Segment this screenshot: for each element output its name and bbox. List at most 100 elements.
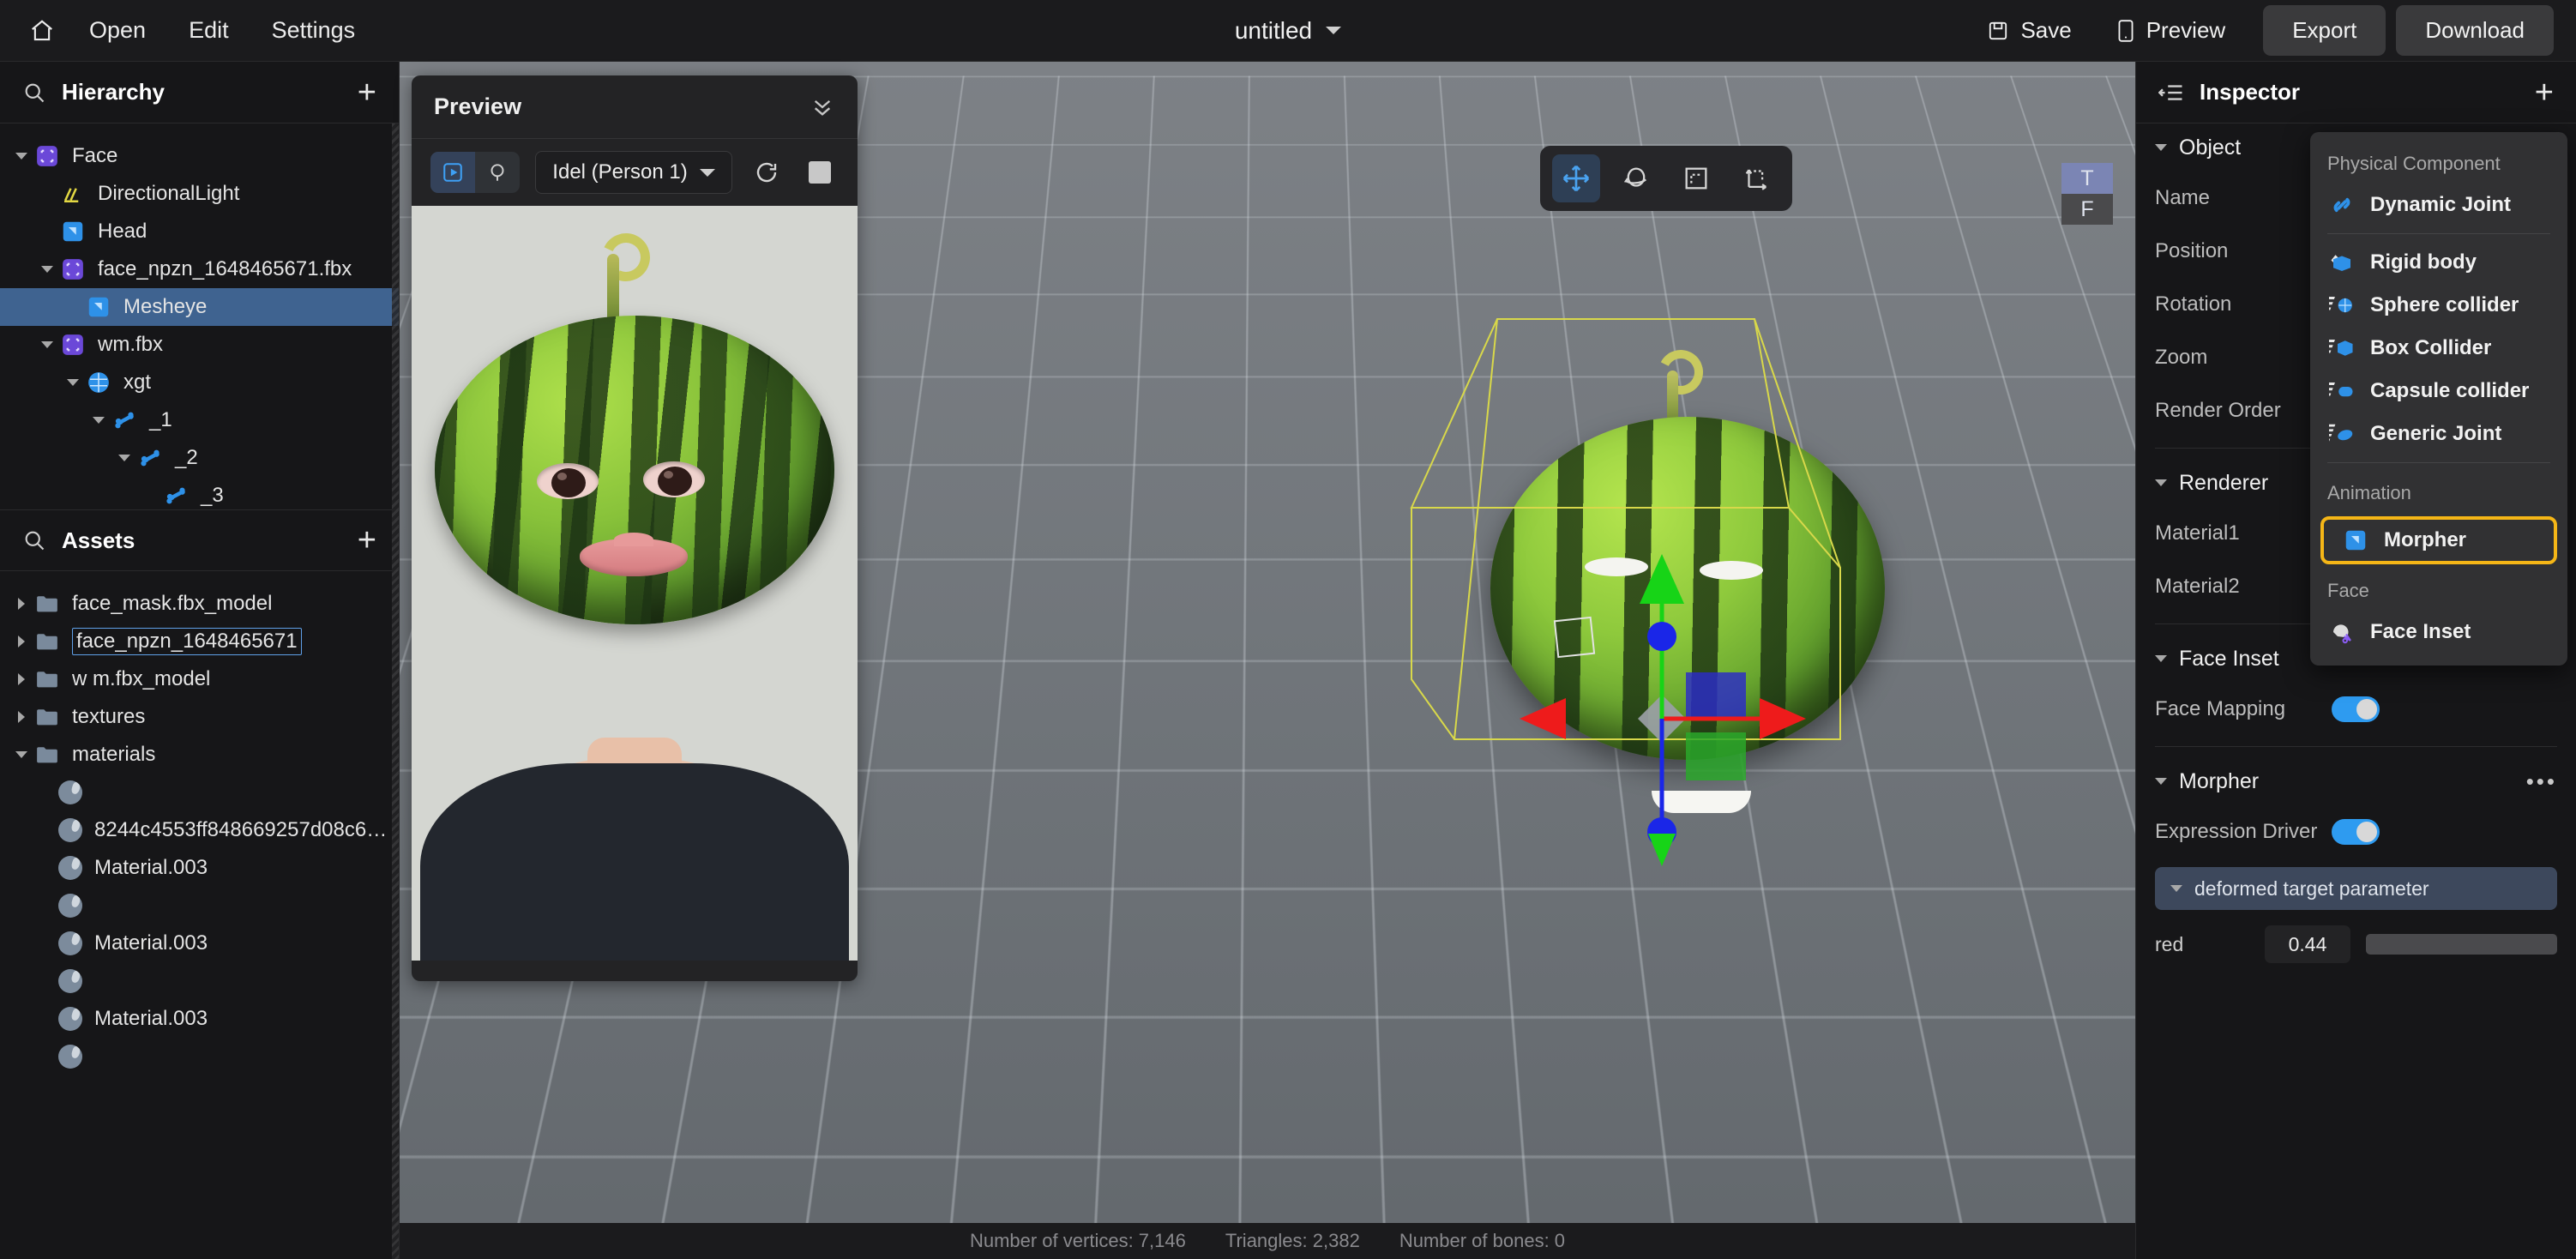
face-mapping-toggle[interactable] — [2332, 696, 2380, 722]
hierarchy-tree[interactable]: Face DirectionalLight Head face_npzn_164846… — [0, 123, 399, 509]
preview-stage[interactable] — [412, 206, 858, 961]
deformed-target-parameter-group[interactable]: deformed target parameter — [2155, 867, 2557, 910]
chevron-right-icon[interactable] — [10, 598, 33, 610]
export-button[interactable]: Export — [2263, 5, 2386, 56]
axis-button-t[interactable]: T — [2061, 163, 2113, 194]
menu-item[interactable]: Box Collider — [2310, 327, 2567, 370]
bone-icon — [135, 443, 165, 473]
tree-item[interactable] — [0, 887, 399, 925]
tree-item[interactable]: Mesheye — [0, 288, 399, 326]
menu-open[interactable]: Open — [74, 10, 161, 51]
preview-button[interactable]: Preview — [2099, 9, 2242, 52]
tree-item[interactable]: xgt — [0, 364, 399, 401]
menu-item-label: Capsule collider — [2370, 379, 2530, 402]
tree-item[interactable] — [0, 1038, 399, 1075]
add-component-menu[interactable]: Physical Component Dynamic Joint Rigid bod… — [2310, 132, 2567, 666]
more-icon[interactable]: ••• — [2526, 768, 2557, 795]
transform-tool[interactable] — [1732, 154, 1780, 202]
tree-item[interactable]: face_npzn_1648465671 — [0, 623, 399, 660]
chevron-down-icon[interactable] — [10, 153, 33, 160]
chevron-double-down-icon[interactable] — [810, 96, 835, 118]
left-panel: Hierarchy + Face DirectionalLight Head face… — [0, 62, 400, 1259]
home-icon[interactable] — [22, 11, 62, 51]
menu-edit[interactable]: Edit — [173, 10, 244, 51]
chevron-down-icon[interactable] — [10, 751, 33, 758]
tree-item[interactable]: Head — [0, 213, 399, 250]
tree-item[interactable]: face_npzn_1648465671.fbx — [0, 250, 399, 288]
chevron-down-icon[interactable] — [87, 417, 110, 424]
tree-item[interactable]: Material.003 — [0, 849, 399, 887]
animation-select[interactable]: Idel (Person 1) — [535, 151, 732, 194]
menu-item[interactable]: Morpher — [2320, 516, 2557, 564]
inspector-add-component-button[interactable]: + — [2535, 76, 2554, 109]
inspector-title: Inspector — [2200, 79, 2301, 105]
morph-param-slider[interactable] — [2366, 934, 2557, 955]
chevron-down-icon[interactable] — [36, 341, 58, 348]
tree-item[interactable]: materials — [0, 736, 399, 774]
menu-item[interactable]: Sphere collider — [2310, 284, 2567, 327]
refresh-icon[interactable] — [748, 154, 785, 191]
chevron-down-icon[interactable] — [62, 379, 84, 386]
tree-item[interactable] — [0, 774, 399, 811]
section-morpher-header[interactable]: Morpher ••• — [2136, 757, 2576, 805]
tree-item[interactable]: _1 — [0, 401, 399, 439]
chevron-right-icon[interactable] — [10, 673, 33, 685]
menu-item[interactable]: Generic Joint — [2310, 413, 2567, 455]
menu-item-label: Generic Joint — [2370, 422, 2502, 445]
chevron-right-icon[interactable] — [10, 636, 33, 648]
light-bulb-icon[interactable] — [475, 152, 520, 193]
download-button[interactable]: Download — [2396, 5, 2554, 56]
tree-item[interactable]: _2 — [0, 439, 399, 477]
folder-icon — [33, 740, 62, 769]
tree-item[interactable]: _3 — [0, 477, 399, 509]
chevron-down-icon[interactable] — [113, 455, 135, 461]
morph-param-label: red — [2155, 932, 2184, 955]
rotate-tool[interactable] — [1612, 154, 1660, 202]
tree-item[interactable]: Face — [0, 137, 399, 175]
left-panel-scrollbar[interactable] — [392, 123, 399, 1259]
menu-item[interactable]: Rigid body — [2310, 241, 2567, 284]
sphere-collider-icon — [2327, 291, 2356, 320]
tree-item[interactable] — [0, 962, 399, 1000]
chevron-down-icon[interactable] — [36, 266, 58, 273]
tree-item[interactable]: face_mask.fbx_model — [0, 585, 399, 623]
gizmo-plane-xz — [1686, 732, 1746, 780]
tree-item-label: DirectionalLight — [98, 182, 240, 205]
transform-gizmo[interactable] — [1403, 542, 1815, 902]
tree-item[interactable]: 8244c4553ff848669257d08c6… — [0, 811, 399, 849]
menu-item[interactable]: Dynamic Joint — [2310, 184, 2567, 226]
menu-item[interactable]: Capsule collider — [2310, 370, 2567, 413]
stop-icon[interactable] — [801, 154, 839, 191]
axis-button-f[interactable]: F — [2061, 194, 2113, 225]
axis-toggle-group: T F — [2061, 163, 2113, 225]
field-label: Render Order — [2155, 399, 2281, 422]
animation-select-value: Idel (Person 1) — [552, 160, 688, 184]
menu-item[interactable]: Face Inset — [2310, 611, 2567, 654]
capsule-collider-icon — [2327, 376, 2356, 406]
expression-driver-toggle[interactable] — [2332, 819, 2380, 845]
tree-item[interactable]: textures — [0, 698, 399, 736]
deformed-target-parameter-label: deformed target parameter — [2194, 876, 2429, 900]
tree-item[interactable]: w m.fbx_model — [0, 660, 399, 698]
search-icon — [25, 83, 45, 102]
preview-stem-curl — [595, 226, 657, 288]
tree-item-label: textures — [72, 705, 146, 728]
assets-tree[interactable]: face_mask.fbx_model face_npzn_1648465671 w… — [0, 571, 399, 1223]
save-button[interactable]: Save — [1970, 9, 2088, 52]
menu-settings[interactable]: Settings — [256, 10, 371, 51]
hierarchy-add-button[interactable]: + — [358, 76, 376, 109]
play-icon[interactable] — [430, 152, 475, 193]
move-tool[interactable] — [1552, 154, 1600, 202]
tree-item[interactable]: Material.003 — [0, 925, 399, 962]
tree-item-label: 8244c4553ff848669257d08c6… — [94, 818, 388, 841]
chevron-down-icon[interactable] — [1326, 27, 1342, 34]
chevron-right-icon[interactable] — [10, 711, 33, 723]
tree-item[interactable]: Material.003 — [0, 1000, 399, 1038]
prefab-icon — [58, 330, 87, 359]
assets-add-button[interactable]: + — [358, 524, 376, 557]
save-icon — [1989, 21, 2007, 39]
morph-param-value[interactable]: 0.44 — [2265, 925, 2350, 963]
tree-item[interactable]: DirectionalLight — [0, 175, 399, 213]
tree-item[interactable]: wm.fbx — [0, 326, 399, 364]
scale-tool[interactable] — [1672, 154, 1720, 202]
